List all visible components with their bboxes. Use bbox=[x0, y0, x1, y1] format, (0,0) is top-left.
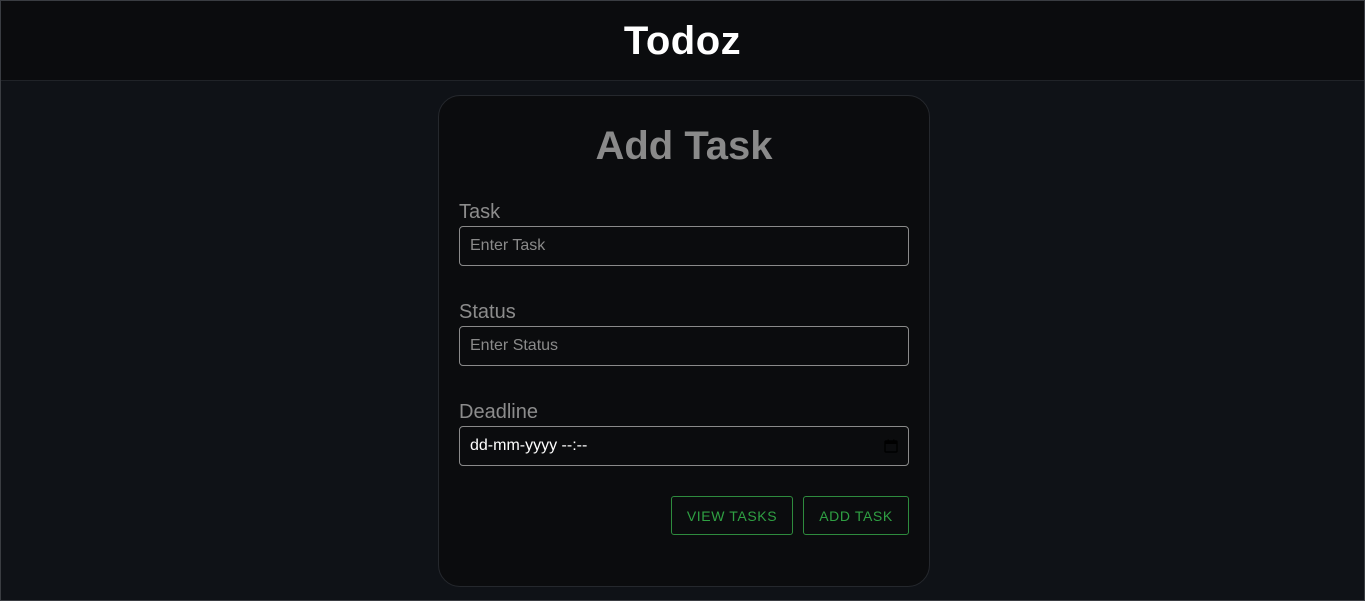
task-input[interactable] bbox=[459, 226, 909, 266]
add-task-form: Add Task Task Status Deadline dd-mm-yyyy… bbox=[438, 95, 930, 587]
deadline-value: dd-mm-yyyy --:-- bbox=[470, 437, 588, 454]
deadline-label: Deadline bbox=[459, 401, 538, 423]
deadline-input[interactable]: dd-mm-yyyy --:-- bbox=[459, 426, 909, 466]
status-label: Status bbox=[459, 301, 516, 323]
form-title: Add Task bbox=[595, 124, 773, 168]
app-title: Todoz bbox=[623, 18, 742, 63]
page: Todoz Add Task Task Status Deadline dd-m… bbox=[0, 0, 1365, 601]
status-input[interactable] bbox=[459, 326, 909, 366]
view-tasks-button[interactable]: VIEW TASKS bbox=[671, 496, 793, 535]
calendar-icon[interactable] bbox=[884, 439, 898, 453]
add-task-button[interactable]: ADD TASK bbox=[803, 496, 909, 535]
task-label: Task bbox=[459, 201, 501, 223]
navbar: Todoz bbox=[1, 1, 1364, 81]
